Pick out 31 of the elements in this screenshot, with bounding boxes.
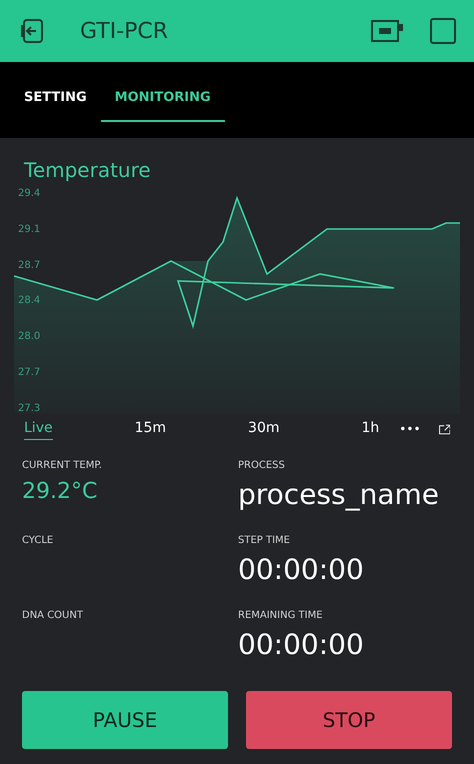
axis-label: 28.0 (18, 332, 40, 342)
field-label: CYCLE (22, 534, 54, 548)
field-label: DNA COUNT (22, 609, 84, 623)
range-tab[interactable]: 15m (134, 418, 166, 440)
field-label: STEP TIME (238, 534, 291, 548)
exit-icon[interactable] (18, 17, 46, 45)
tab[interactable]: SETTING (14, 88, 97, 122)
field-value: 00:00:00 (238, 556, 365, 584)
tab[interactable]: MONITORING (100, 88, 225, 122)
device-icon[interactable] (370, 17, 404, 45)
range-tab[interactable]: Live (24, 418, 53, 440)
axis-label: 28.7 (18, 260, 40, 271)
range-tab[interactable]: 1h (362, 418, 380, 440)
field-label: REMAINING TIME (238, 609, 324, 623)
axis-label: 27.7 (18, 368, 40, 378)
axis-label: 27.3 (18, 404, 40, 414)
axis-label: 28.4 (18, 296, 40, 306)
field-label: CURRENT TEMP. (22, 459, 103, 473)
square-button[interactable] (430, 18, 456, 44)
action-button[interactable]: STOP (246, 691, 452, 749)
field-value: 00:00:00 (238, 631, 365, 659)
field-value: 29.2°C (22, 481, 98, 503)
action-button[interactable]: PAUSE (22, 691, 228, 749)
axis-label: 29.1 (18, 224, 40, 235)
field-value: process_name (238, 481, 440, 509)
field-label: PROCESS (238, 459, 286, 473)
axis-label: 29.4 (18, 189, 40, 199)
chart-title: Temperature (24, 158, 151, 182)
window-title: GTI-PCR (80, 18, 168, 46)
range-tab[interactable]: 30m (248, 418, 280, 440)
more-button[interactable]: ••• (399, 420, 421, 438)
